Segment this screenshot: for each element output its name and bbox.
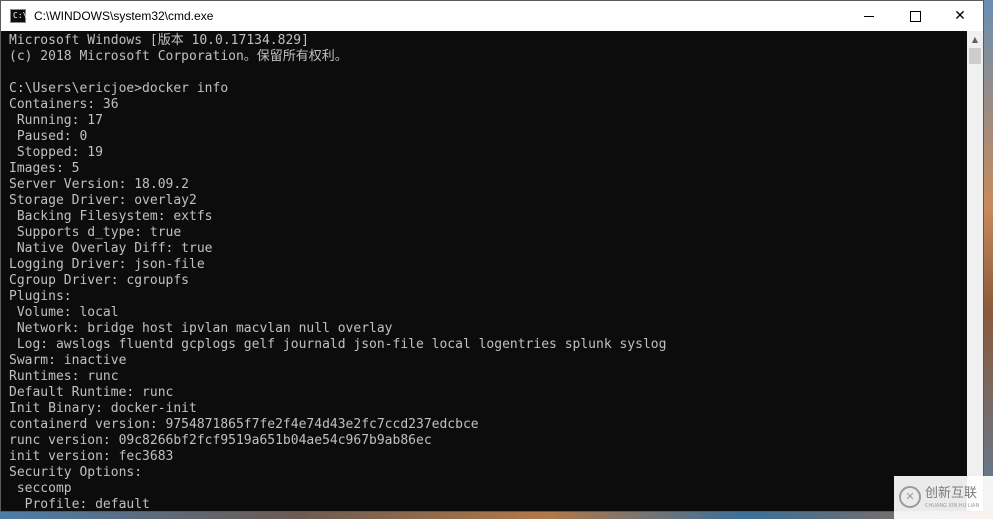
- console-line: containerd version: 9754871865f7fe2f4e74…: [9, 417, 479, 432]
- console-output[interactable]: Microsoft Windows [版本 10.0.17134.829] (c)…: [1, 31, 967, 511]
- watermark-text: 创新互联: [925, 486, 978, 501]
- cmd-app-icon[interactable]: C:\: [10, 9, 28, 23]
- console-line: Paused: 0: [9, 129, 88, 144]
- console-line: Security Options:: [9, 465, 143, 480]
- console-line: C:\Users\ericjoe>docker info: [9, 81, 229, 96]
- console-line: runc version: 09c8266bf2fcf9519a651b04ae…: [9, 433, 432, 448]
- maximize-icon: [909, 10, 921, 22]
- console-line: Backing Filesystem: extfs: [9, 209, 213, 224]
- watermark-logo-icon: ✕: [899, 486, 921, 508]
- close-button[interactable]: ✕: [937, 1, 983, 31]
- console-line: Init Binary: docker-init: [9, 401, 197, 416]
- console-line: (c) 2018 Microsoft Corporation。保留所有权利。: [9, 49, 348, 64]
- minimize-icon: [864, 15, 874, 17]
- console-line: Supports d_type: true: [9, 225, 182, 240]
- console-line: Cgroup Driver: cgroupfs: [9, 273, 190, 288]
- console-line: Swarm: inactive: [9, 353, 127, 368]
- console-line: Profile: default: [9, 497, 150, 511]
- console-line: Stopped: 19: [9, 145, 103, 160]
- console-line: Plugins:: [9, 289, 72, 304]
- cmd-app-icon-text: C:\: [13, 11, 28, 20]
- console-line: seccomp: [9, 481, 72, 496]
- watermark-badge: ✕ 创新互联 CHUANG XIN HU LIAN: [894, 476, 993, 519]
- console-line: Network: bridge host ipvlan macvlan null…: [9, 321, 393, 336]
- console-line: Microsoft Windows [版本 10.0.17134.829]: [9, 33, 309, 48]
- console-line: Runtimes: runc: [9, 369, 119, 384]
- console-line: Server Version: 18.09.2: [9, 177, 190, 192]
- console-line: Default Runtime: runc: [9, 385, 174, 400]
- console-line: Log: awslogs fluentd gcplogs gelf journa…: [9, 337, 667, 352]
- console-line: Images: 5: [9, 161, 80, 176]
- title-bar[interactable]: C:\ C:\WINDOWS\system32\cmd.exe ✕: [1, 1, 983, 31]
- console-line: Volume: local: [9, 305, 119, 320]
- watermark-subtext: CHUANG XIN HU LIAN: [925, 503, 980, 509]
- scroll-up-arrow-icon[interactable]: ▲: [967, 31, 983, 48]
- console-line: Logging Driver: json-file: [9, 257, 205, 272]
- console-line: Containers: 36: [9, 97, 119, 112]
- console-line: Native Overlay Diff: true: [9, 241, 213, 256]
- vertical-scrollbar[interactable]: ▲: [967, 31, 983, 511]
- minimize-button[interactable]: [846, 1, 892, 31]
- console-line: Storage Driver: overlay2: [9, 193, 197, 208]
- console-line: init version: fec3683: [9, 449, 174, 464]
- window-title: C:\WINDOWS\system32\cmd.exe: [34, 9, 214, 23]
- cmd-window: C:\ C:\WINDOWS\system32\cmd.exe ✕ Micros…: [0, 0, 984, 512]
- maximize-button[interactable]: [892, 1, 938, 31]
- console-line: Running: 17: [9, 113, 103, 128]
- close-icon: ✕: [954, 8, 966, 24]
- desktop-background-right: [984, 0, 993, 519]
- scrollbar-thumb[interactable]: [969, 48, 981, 64]
